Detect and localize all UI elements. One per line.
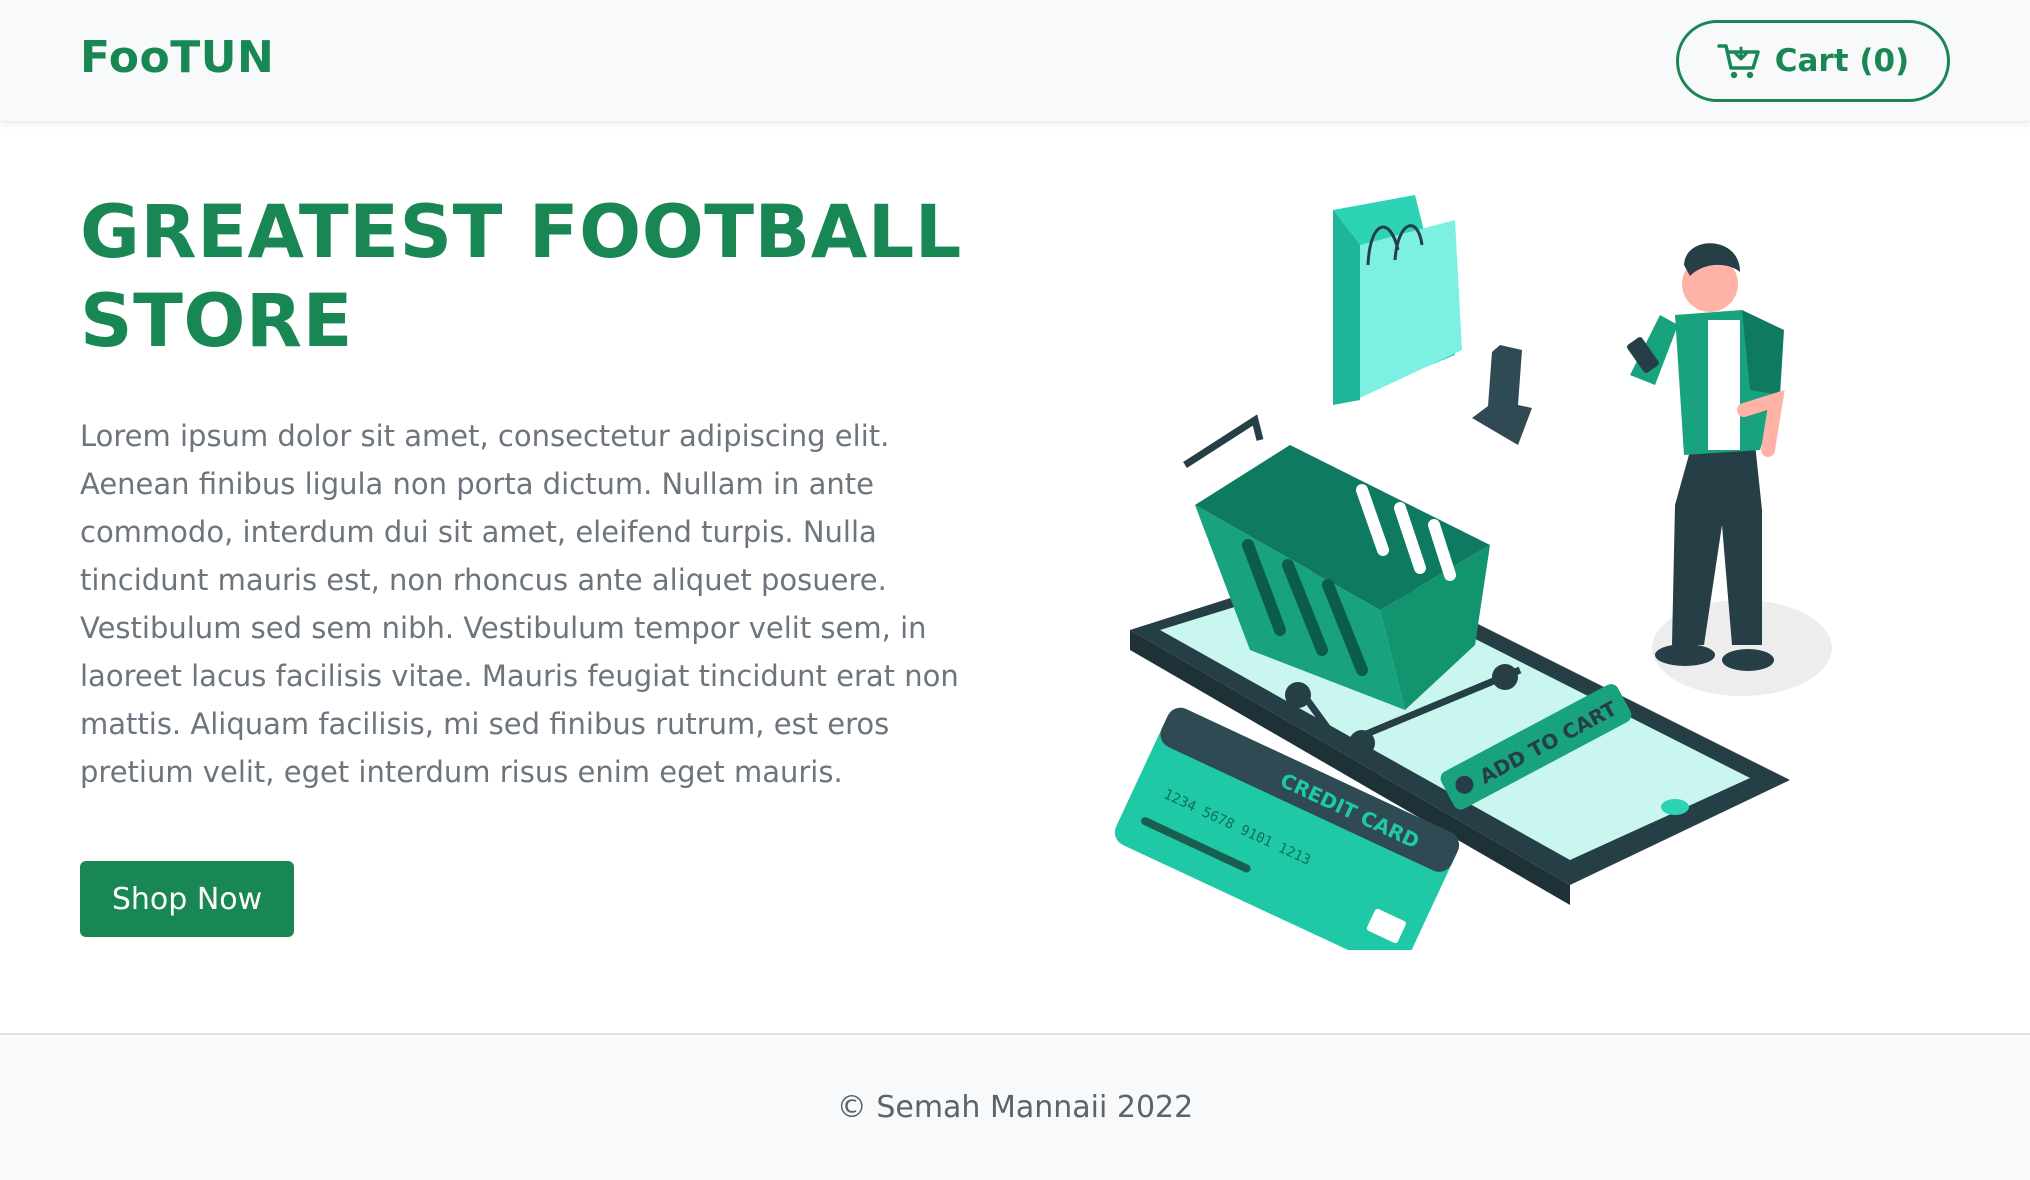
hero-description: Lorem ipsum dolor sit amet, consectetur … <box>80 419 959 789</box>
person-illustration <box>1627 243 1832 696</box>
shopping-illustration: ADD TO CART CREDIT CARD 1234 5678 9101 1… <box>1114 195 1832 950</box>
footer: © Semah Mannaii 2022 <box>0 1033 2030 1180</box>
brand-logo[interactable]: FooTUN <box>80 32 274 83</box>
navbar: FooTUN Cart (0) <box>0 0 2030 122</box>
cart-icon <box>1717 44 1760 79</box>
hero-title: GREATEST FOOTBALL STORE <box>80 190 962 364</box>
down-arrow-icon <box>1472 345 1532 445</box>
shop-now-button[interactable]: Shop Now <box>80 861 294 937</box>
shopping-bag-icon <box>1333 195 1462 405</box>
cart-button[interactable]: Cart (0) <box>1676 20 1950 102</box>
cart-label: Cart (0) <box>1774 43 1910 79</box>
footer-copyright: © Semah Mannaii 2022 <box>836 1090 1194 1125</box>
